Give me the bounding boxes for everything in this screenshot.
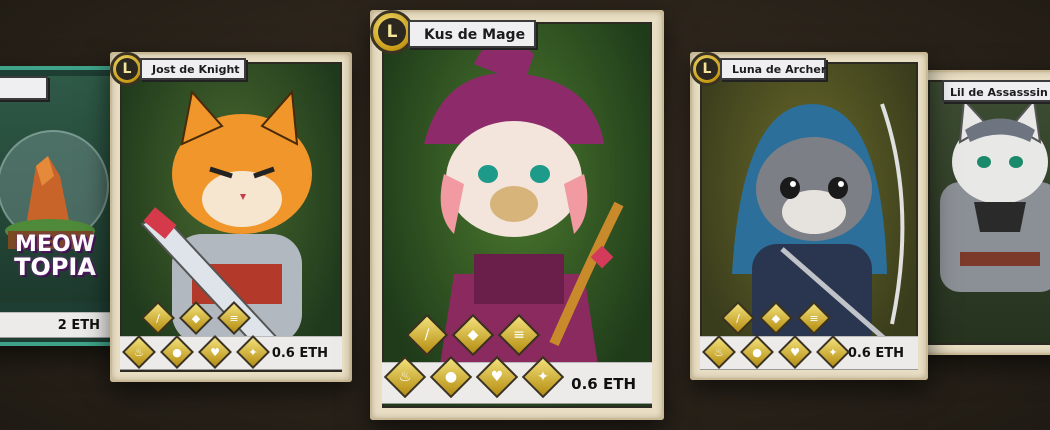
level-badge: L	[690, 52, 724, 86]
card-price: 2 ETH	[0, 312, 112, 338]
card-meowtopia[interactable]: MEOW TOPIA 2 ETH	[0, 66, 120, 346]
card-title	[0, 76, 48, 100]
assassin-cat-illustration	[940, 97, 1050, 292]
card-art	[928, 80, 1050, 345]
card-title: Lil de Assasssin	[942, 80, 1050, 102]
card-luna-de-archer[interactable]: L Luna de Archer 0.6 ETH / ◆ ≡ ♨ ● ♥ ✦	[690, 52, 928, 380]
card-jost-de-knight[interactable]: L Jost de Knight 0.6 ETH / ◆ ≡ ♨ ● ♥ ✦	[110, 52, 352, 382]
card-kus-de-mage[interactable]: L Kus de Mage 0.6 ETH / ◆ ≡ ♨ ● ♥ ✦	[370, 10, 664, 420]
card-title: Luna de Archer	[720, 58, 826, 80]
meowtopia-logo: MEOW TOPIA	[14, 232, 96, 281]
card-title: Jost de Knight	[140, 58, 246, 80]
card-price: 0.6 ETH	[382, 362, 652, 404]
level-badge: L	[110, 52, 144, 86]
card-lil-de-assassin[interactable]: Lil de Assasssin	[918, 70, 1050, 355]
card-title: Kus de Mage	[408, 20, 536, 48]
